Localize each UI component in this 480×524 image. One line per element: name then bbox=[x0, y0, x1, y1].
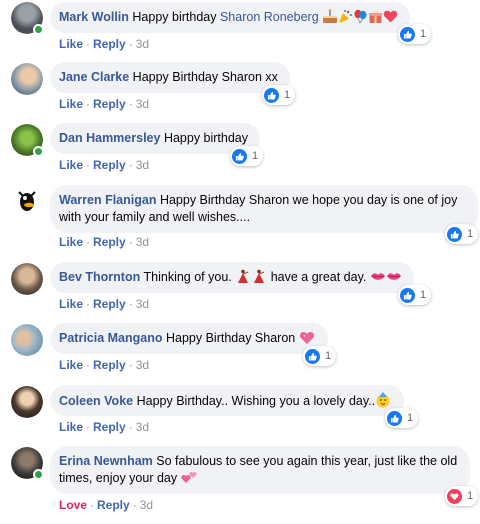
reaction-count[interactable]: 1 bbox=[303, 346, 337, 366]
online-status-icon bbox=[33, 146, 44, 157]
avatar[interactable] bbox=[11, 324, 43, 356]
reaction-count[interactable]: 1 bbox=[398, 285, 432, 305]
reply-button[interactable]: Reply bbox=[93, 297, 126, 311]
reaction-count[interactable]: 1 bbox=[445, 224, 479, 244]
reaction-count-number: 1 bbox=[467, 228, 474, 240]
comment-author[interactable]: Jane Clarke bbox=[59, 70, 129, 84]
comment-timestamp[interactable]: 3d bbox=[140, 498, 153, 512]
dancer-icon bbox=[251, 269, 267, 289]
comment-actions: Like · Reply · 3d bbox=[59, 420, 150, 434]
reaction-count-number: 1 bbox=[407, 412, 414, 424]
comment-text: Thinking of you. bbox=[143, 270, 232, 284]
kiss-lips-icon bbox=[370, 269, 386, 289]
comment-text: Happy birthday bbox=[132, 10, 217, 24]
comment-actions: Like · Reply · 3d bbox=[59, 358, 150, 372]
comment-author[interactable]: Erina Newnham bbox=[59, 454, 153, 468]
reaction-count-number: 1 bbox=[252, 150, 259, 162]
reaction-count-number: 1 bbox=[284, 89, 291, 101]
reply-button[interactable]: Reply bbox=[93, 37, 126, 51]
reply-button[interactable]: Reply bbox=[93, 235, 126, 249]
dancer-icon bbox=[235, 269, 251, 289]
reaction-count-number: 1 bbox=[420, 28, 427, 40]
comment-actions: Like · Reply · 3d bbox=[59, 37, 150, 51]
comment-actions: Like · Reply · 3d bbox=[59, 97, 150, 111]
comment-timestamp[interactable]: 3d bbox=[136, 420, 149, 434]
like-button[interactable]: Like bbox=[59, 97, 83, 111]
reply-button[interactable]: Reply bbox=[97, 498, 130, 512]
gift-icon bbox=[368, 9, 383, 29]
comment-actions: Like · Reply · 3d bbox=[59, 297, 150, 311]
reaction-count-number: 1 bbox=[467, 490, 474, 502]
avatar[interactable] bbox=[11, 263, 43, 295]
kiss-lips-icon bbox=[386, 269, 402, 289]
like-reaction-icon bbox=[400, 26, 415, 42]
like-reaction-icon bbox=[305, 348, 320, 364]
comment-author[interactable]: Dan Hammersley bbox=[59, 131, 160, 145]
reaction-count[interactable]: 1 bbox=[385, 408, 419, 428]
reaction-count[interactable]: 1 bbox=[398, 24, 432, 44]
like-button[interactable]: Like bbox=[59, 235, 83, 249]
reaction-count-number: 1 bbox=[420, 289, 427, 301]
comment-timestamp[interactable]: 3d bbox=[136, 235, 149, 249]
comment-text: Happy Birthday Sharon xx bbox=[132, 70, 278, 84]
comment-bubble: Erina Newnham So fabulous to see you aga… bbox=[50, 446, 470, 494]
comment-bubble: Mark Wollin Happy birthday Sharon Ronebe… bbox=[50, 2, 411, 33]
like-reaction-icon bbox=[264, 87, 279, 103]
like-reaction-icon bbox=[387, 410, 402, 426]
comment-text: Happy Birthday.. Wishing you a lovely da… bbox=[136, 394, 376, 408]
comment-author[interactable]: Coleen Voke bbox=[59, 394, 133, 408]
comment-actions: Like · Reply · 3d bbox=[59, 235, 150, 249]
comment-text: Happy birthday bbox=[163, 131, 249, 145]
comment-timestamp[interactable]: 3d bbox=[136, 358, 149, 372]
comment-text: Happy Birthday Sharon bbox=[165, 331, 296, 345]
like-button[interactable]: Like bbox=[59, 420, 83, 434]
comment-bubble: Patricia Mangano Happy Birthday Sharon bbox=[50, 323, 328, 354]
cake-icon bbox=[322, 9, 338, 29]
comment-bubble: Coleen Voke Happy Birthday.. Wishing you… bbox=[50, 385, 405, 416]
reaction-count[interactable]: 1 bbox=[230, 146, 264, 166]
avatar[interactable] bbox=[11, 186, 43, 218]
comment-timestamp[interactable]: 3d bbox=[136, 158, 149, 172]
like-reaction-icon bbox=[400, 287, 415, 303]
comment-text-continued: have a great day. bbox=[270, 270, 367, 284]
heart-icon bbox=[383, 9, 398, 29]
comment-bubble: Warren Flanigan Happy Birthday Sharon we… bbox=[50, 185, 478, 233]
love-button[interactable]: Love bbox=[59, 498, 87, 512]
reaction-count-number: 1 bbox=[325, 350, 332, 362]
comment-bubble: Bev Thornton Thinking of you. have a gre… bbox=[50, 262, 414, 293]
comment-timestamp[interactable]: 3d bbox=[136, 97, 149, 111]
comment-actions: Love · Reply · 3d bbox=[59, 498, 154, 512]
like-reaction-icon bbox=[447, 226, 462, 242]
comment-bubble: Jane Clarke Happy Birthday Sharon xx bbox=[50, 62, 290, 93]
avatar[interactable] bbox=[11, 386, 43, 418]
comment-author[interactable]: Mark Wollin bbox=[59, 10, 129, 24]
two-hearts-icon bbox=[180, 470, 198, 490]
reply-button[interactable]: Reply bbox=[93, 97, 126, 111]
like-button[interactable]: Like bbox=[59, 297, 83, 311]
comment-timestamp[interactable]: 3d bbox=[136, 37, 149, 51]
tagged-user-link[interactable]: Sharon Roneberg bbox=[220, 10, 319, 24]
like-button[interactable]: Like bbox=[59, 37, 83, 51]
comment-bubble: Dan Hammersley Happy birthday bbox=[50, 123, 261, 154]
reaction-count[interactable]: 1 bbox=[262, 85, 296, 105]
like-reaction-icon bbox=[232, 148, 247, 164]
comment-actions: Like · Reply · 3d bbox=[59, 158, 150, 172]
avatar[interactable] bbox=[11, 63, 43, 95]
comment-timestamp[interactable]: 3d bbox=[136, 297, 149, 311]
reply-button[interactable]: Reply bbox=[93, 158, 126, 172]
reply-button[interactable]: Reply bbox=[93, 358, 126, 372]
love-reaction-icon bbox=[447, 488, 462, 504]
party-popper-icon bbox=[338, 9, 353, 29]
online-status-icon bbox=[33, 24, 44, 35]
like-button[interactable]: Like bbox=[59, 158, 83, 172]
comment-author[interactable]: Warren Flanigan bbox=[59, 193, 156, 207]
like-button[interactable]: Like bbox=[59, 358, 83, 372]
reply-button[interactable]: Reply bbox=[93, 420, 126, 434]
comment-author[interactable]: Bev Thornton bbox=[59, 270, 140, 284]
comment-author[interactable]: Patricia Mangano bbox=[59, 331, 163, 345]
reaction-count[interactable]: 1 bbox=[445, 486, 479, 506]
balloons-icon bbox=[353, 9, 368, 29]
online-status-icon bbox=[33, 469, 44, 480]
